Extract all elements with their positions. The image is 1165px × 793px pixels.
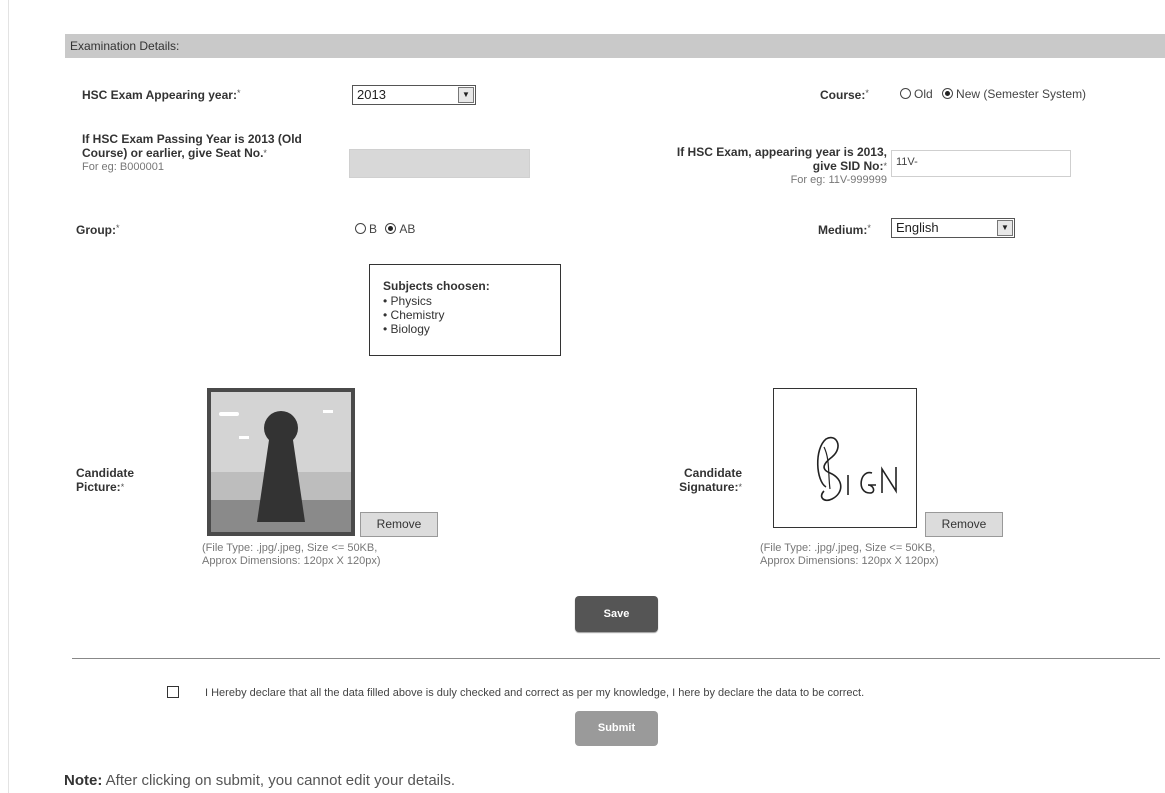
required-marker: *: [865, 88, 869, 98]
note-text: After clicking on submit, you cannot edi…: [102, 772, 456, 789]
required-marker: *: [883, 161, 887, 171]
divider: [72, 658, 1160, 659]
signature-hint-line1: (File Type: .jpg/.jpeg, Size <= 50KB,: [760, 542, 936, 554]
save-button-label: Save: [603, 608, 630, 620]
remove-signature-button[interactable]: Remove: [925, 512, 1003, 537]
sid-no-label-line1: If HSC Exam, appearing year is 2013,: [676, 145, 887, 159]
hsc-year-select-value: 2013: [357, 87, 386, 102]
subject-item-text: Physics: [390, 294, 432, 308]
course-new-radio[interactable]: [942, 88, 954, 99]
signature-label-line1: Candidate: [683, 466, 742, 480]
picture-hint-line2: Approx Dimensions: 120px X 120px): [202, 555, 381, 567]
seat-no-input[interactable]: [349, 149, 530, 178]
seat-no-label-line2: Course) or earlier, give Seat No.: [82, 146, 264, 160]
seat-no-hint: For eg: B000001: [82, 161, 164, 173]
group-b-radio[interactable]: [355, 223, 366, 234]
medium-select[interactable]: English ▼: [891, 218, 1015, 238]
subject-item-text: Biology: [390, 322, 430, 336]
remove-picture-button[interactable]: Remove: [360, 512, 438, 537]
candidate-signature-preview: [773, 388, 917, 528]
course-old-label: Old: [914, 87, 933, 101]
medium-label: Medium:*: [818, 223, 871, 237]
sid-no-input[interactable]: 11V-: [891, 150, 1071, 177]
picture-label-line2: Picture:: [76, 480, 121, 494]
signature-label: Candidate Signature:*: [600, 466, 742, 494]
sid-no-hint: For eg: 11V-999999: [790, 174, 887, 186]
dropdown-arrow-icon[interactable]: ▼: [997, 220, 1013, 236]
signature-label-line2: Signature:: [679, 480, 739, 494]
section-title: Examination Details:: [70, 39, 180, 53]
submit-button[interactable]: Submit: [575, 711, 658, 746]
save-button[interactable]: Save: [575, 596, 658, 632]
required-marker: *: [867, 223, 871, 233]
course-label: Course:*: [820, 88, 869, 102]
medium-select-value: English: [896, 220, 939, 235]
sid-no-label: If HSC Exam, appearing year is 2013, giv…: [600, 145, 887, 187]
candidate-picture-preview: [207, 388, 355, 536]
subjects-box: Subjects choosen: • Physics • Chemistry …: [369, 264, 561, 356]
required-marker: *: [116, 223, 120, 233]
course-label-text: Course:: [820, 88, 866, 102]
course-old-radio[interactable]: [900, 88, 911, 99]
signature-file-hint: (File Type: .jpg/.jpeg, Size <= 50KB, Ap…: [760, 542, 939, 568]
note: Note: After clicking on submit, you cann…: [64, 772, 455, 789]
subject-item: • Physics: [383, 294, 432, 308]
subject-item-text: Chemistry: [390, 308, 445, 322]
subjects-title: Subjects choosen:: [383, 279, 490, 293]
picture-hint-line1: (File Type: .jpg/.jpeg, Size <= 50KB,: [202, 542, 378, 554]
group-ab-radio[interactable]: [385, 223, 397, 234]
picture-file-hint: (File Type: .jpg/.jpeg, Size <= 50KB, Ap…: [202, 542, 381, 568]
declaration-text-content: I Hereby declare that all the data fille…: [205, 687, 865, 699]
course-radio-group: Old New (Semester System): [900, 87, 1086, 101]
subject-item: • Biology: [383, 322, 430, 336]
required-marker: *: [120, 482, 125, 492]
required-marker: *: [236, 88, 241, 98]
group-label-text: Group:: [76, 223, 116, 237]
seat-no-label-line1: If HSC Exam Passing Year is 2013 (Old: [82, 132, 302, 146]
group-label: Group:*: [76, 223, 120, 237]
group-ab-label: AB: [399, 222, 416, 236]
signature-hint-line2: Approx Dimensions: 120px X 120px): [760, 555, 939, 567]
submit-button-label: Submit: [597, 722, 636, 734]
hsc-year-label-text: HSC Exam Appearing year:: [82, 88, 237, 102]
picture-label: Candidate Picture:*: [76, 466, 134, 494]
course-new-label: New (Semester System): [956, 87, 1087, 101]
subject-item: • Chemistry: [383, 308, 445, 322]
remove-picture-label: Remove: [376, 517, 422, 531]
declaration-checkbox[interactable]: [167, 686, 179, 698]
sid-no-label-line2: give SID No:: [812, 159, 884, 173]
page-left-border: [8, 0, 9, 793]
seat-no-label: If HSC Exam Passing Year is 2013 (Old Co…: [82, 132, 302, 174]
hsc-year-label: HSC Exam Appearing year:*: [82, 88, 240, 102]
section-header: Examination Details:: [65, 34, 1165, 58]
required-marker: *: [738, 482, 742, 492]
declaration-text: I Hereby declare that all the data fille…: [205, 687, 864, 699]
remove-signature-label: Remove: [941, 517, 987, 531]
person-placeholder-icon: [207, 388, 355, 536]
hsc-year-select[interactable]: 2013 ▼: [352, 85, 476, 105]
required-marker: *: [263, 148, 267, 158]
group-b-label: B: [369, 222, 378, 236]
signature-image: [816, 436, 897, 502]
picture-label-line1: Candidate: [76, 466, 135, 480]
sid-no-value: 11V-: [896, 156, 918, 168]
dropdown-arrow-icon[interactable]: ▼: [458, 87, 474, 103]
medium-label-text: Medium:: [818, 223, 868, 237]
group-radio-group: B AB: [355, 222, 415, 236]
note-prefix: Note:: [64, 772, 103, 789]
